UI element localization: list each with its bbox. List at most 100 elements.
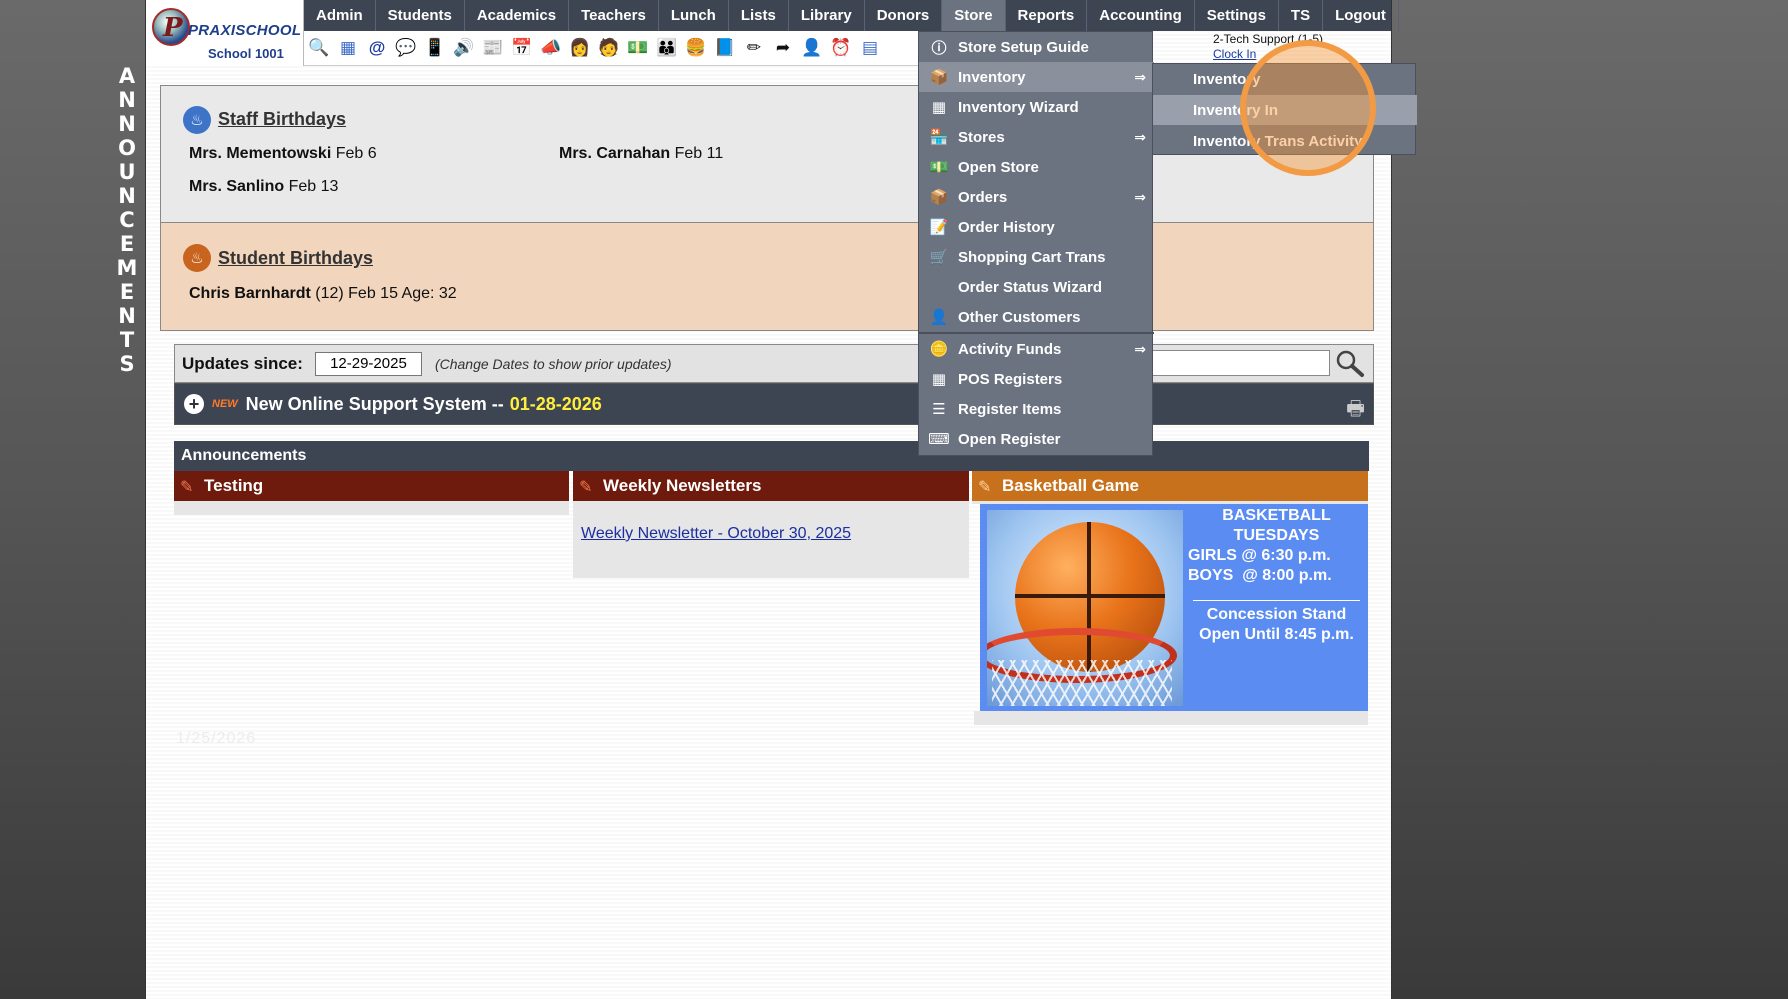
store-menu-register-items[interactable]: ☰ Register Items bbox=[919, 394, 1154, 424]
burger-icon[interactable]: 🍔 bbox=[683, 35, 709, 61]
staff-cake-icon: ♨ bbox=[183, 106, 211, 134]
nav-academics[interactable]: Academics bbox=[465, 0, 570, 31]
newsletter-icon[interactable]: 📰 bbox=[480, 35, 506, 61]
admin-icon[interactable]: 👤 bbox=[799, 35, 825, 61]
cart-icon: 🛒 bbox=[929, 249, 949, 266]
export-icon[interactable]: ➦ bbox=[770, 35, 796, 61]
column-title: Weekly Newsletters bbox=[603, 476, 762, 495]
nav-logout[interactable]: Logout bbox=[1323, 0, 1399, 31]
new-badge: NEW bbox=[212, 398, 238, 410]
store-menu-label: Order Status Wizard bbox=[958, 278, 1103, 296]
nav-teachers[interactable]: Teachers bbox=[569, 0, 659, 31]
nav-lists[interactable]: Lists bbox=[729, 0, 789, 31]
money-icon[interactable]: 💵 bbox=[625, 35, 651, 61]
store-menu-activity-funds[interactable]: 🪙 Activity Funds ⇒ bbox=[919, 334, 1154, 364]
nav-store[interactable]: Store bbox=[942, 0, 1006, 31]
nav-students[interactable]: Students bbox=[376, 0, 465, 31]
icon-toolbar: 🔍 ▦ @ 💬 📱 🔊 📰 📅 📣 👩 🧑 💵 👪 🍔 📘 ✏ ➦ 👤 ⏰ ▤ bbox=[304, 31, 919, 66]
student-cake-icon: ♨ bbox=[183, 244, 211, 272]
store-menu-label: POS Registers bbox=[958, 370, 1063, 388]
search-icon[interactable]: 🔍 bbox=[306, 35, 332, 61]
bb-line: GIRLS @ 6:30 p.m. bbox=[1188, 547, 1331, 564]
news-bar[interactable]: + NEW New Online Support System -- 01-28… bbox=[174, 383, 1374, 425]
box-icon: 📦 bbox=[929, 189, 949, 206]
nav-accounting[interactable]: Accounting bbox=[1087, 0, 1195, 31]
phone-icon[interactable]: 📱 bbox=[422, 35, 448, 61]
search-input[interactable] bbox=[1150, 350, 1330, 376]
nav-settings[interactable]: Settings bbox=[1195, 0, 1279, 31]
expand-plus-icon[interactable]: + bbox=[184, 394, 204, 414]
store-menu-inventory[interactable]: 📦 Inventory ⇒ bbox=[919, 62, 1154, 92]
speaker-icon[interactable]: 🔊 bbox=[451, 35, 477, 61]
menu-separator bbox=[919, 332, 1154, 334]
store-menu-label: Open Store bbox=[958, 158, 1039, 176]
store-menu-orders[interactable]: 📦 Orders ⇒ bbox=[919, 182, 1154, 212]
nav-ts[interactable]: TS bbox=[1279, 0, 1324, 31]
store-menu-store-setup-guide[interactable]: ⓘ Store Setup Guide bbox=[919, 32, 1154, 62]
clock-icon[interactable]: ⏰ bbox=[828, 35, 854, 61]
store-menu-shopping-cart-trans[interactable]: 🛒 Shopping Cart Trans bbox=[919, 242, 1154, 272]
vertical-letter: E bbox=[119, 232, 135, 256]
student-birthdays-title[interactable]: Student Birthdays bbox=[218, 248, 373, 269]
basketball-text: BASKETBALL TUESDAYS GIRLS @ 6:30 p.m. BO… bbox=[1185, 504, 1368, 645]
store-menu-other-customers[interactable]: 👤 Other Customers bbox=[919, 302, 1154, 332]
basketball-flyer: BASKETBALL TUESDAYS GIRLS @ 6:30 p.m. BO… bbox=[980, 504, 1368, 711]
main-nav: Admin Students Academics Teachers Lunch Lists… bbox=[304, 0, 1399, 31]
blank-icon bbox=[928, 276, 950, 298]
calendar-grid-icon[interactable]: ▦ bbox=[335, 35, 361, 61]
store-menu-label: Register Items bbox=[958, 400, 1062, 418]
hoop-net bbox=[992, 660, 1172, 706]
store-menu-order-status-wizard[interactable]: Order Status Wizard bbox=[919, 272, 1154, 302]
logo-emblem: P bbox=[152, 8, 190, 46]
announcements-header: Announcements bbox=[174, 441, 1369, 471]
chat-icon[interactable]: 💬 bbox=[393, 35, 419, 61]
store-menu-open-store[interactable]: 💵 Open Store bbox=[919, 152, 1154, 182]
bb-line: Open Until 8:45 p.m. bbox=[1199, 626, 1354, 643]
praxischool-logo[interactable]: P PRAXISCHOOL School 1001 bbox=[146, 0, 304, 66]
student-birthdays-panel: ♨ Student Birthdays Chris Barnhardt (12)… bbox=[160, 223, 1374, 331]
pos-icon: ▦ bbox=[931, 371, 947, 388]
staff-birthdays-title[interactable]: Staff Birthdays bbox=[218, 109, 346, 130]
newsletter-link[interactable]: Weekly Newsletter - October 30, 2025 bbox=[581, 525, 851, 543]
megaphone-icon[interactable]: 📣 bbox=[538, 35, 564, 61]
news-date: 01-28-2026 bbox=[509, 393, 602, 414]
vertical-letter: N bbox=[118, 112, 136, 136]
column-title: Basketball Game bbox=[1002, 476, 1140, 495]
store-menu-inventory-wizard[interactable]: ▦ Inventory Wizard bbox=[919, 92, 1154, 122]
calendar-icon[interactable]: 📅 bbox=[509, 35, 535, 61]
print-icon[interactable]: 🖶 bbox=[1346, 394, 1365, 428]
staff-birthday-entry: Mrs. Carnahan Feb 11 bbox=[559, 145, 724, 162]
table-icon[interactable]: ▤ bbox=[857, 35, 883, 61]
student-icon[interactable]: 🧑 bbox=[596, 35, 622, 61]
bb-divider bbox=[1193, 600, 1360, 601]
store-menu-label: Other Customers bbox=[958, 308, 1081, 326]
store-menu-open-register[interactable]: ⌨ Open Register bbox=[919, 424, 1154, 454]
teacher-icon[interactable]: 👩 bbox=[567, 35, 593, 61]
updates-date-input[interactable] bbox=[314, 351, 422, 376]
nav-reports[interactable]: Reports bbox=[1006, 0, 1088, 31]
store-menu-label: Inventory Wizard bbox=[958, 98, 1079, 116]
store-icon: 🏪 bbox=[929, 129, 949, 146]
bb-line: TUESDAYS bbox=[1233, 527, 1320, 544]
pencil-icon[interactable]: ✏ bbox=[741, 35, 767, 61]
store-menu-pos-registers[interactable]: ▦ POS Registers bbox=[919, 364, 1154, 394]
search-icon[interactable] bbox=[1334, 348, 1366, 378]
nav-library[interactable]: Library bbox=[789, 0, 865, 31]
nav-admin[interactable]: Admin bbox=[304, 0, 376, 31]
email-icon[interactable]: @ bbox=[364, 35, 390, 61]
vertical-letter: C bbox=[119, 208, 135, 232]
submenu-arrow-icon: ⇒ bbox=[1134, 68, 1146, 85]
column-header-basketball: ✎ Basketball Game bbox=[972, 471, 1368, 501]
store-menu-stores[interactable]: 🏪 Stores ⇒ bbox=[919, 122, 1154, 152]
customer-icon: 👤 bbox=[929, 309, 949, 326]
store-menu-order-history[interactable]: 📝 Order History bbox=[919, 212, 1154, 242]
nav-lunch[interactable]: Lunch bbox=[659, 0, 729, 31]
nav-donors[interactable]: Donors bbox=[865, 0, 943, 31]
vertical-letter: E bbox=[119, 280, 135, 304]
book-icon[interactable]: 📘 bbox=[712, 35, 738, 61]
logo-name: PRAXISCHOOL bbox=[188, 22, 302, 39]
announcement-icon: ✎ bbox=[180, 479, 194, 496]
vertical-letter: M bbox=[116, 256, 138, 280]
parents-icon[interactable]: 👪 bbox=[654, 35, 680, 61]
vertical-letter: N bbox=[118, 184, 136, 208]
